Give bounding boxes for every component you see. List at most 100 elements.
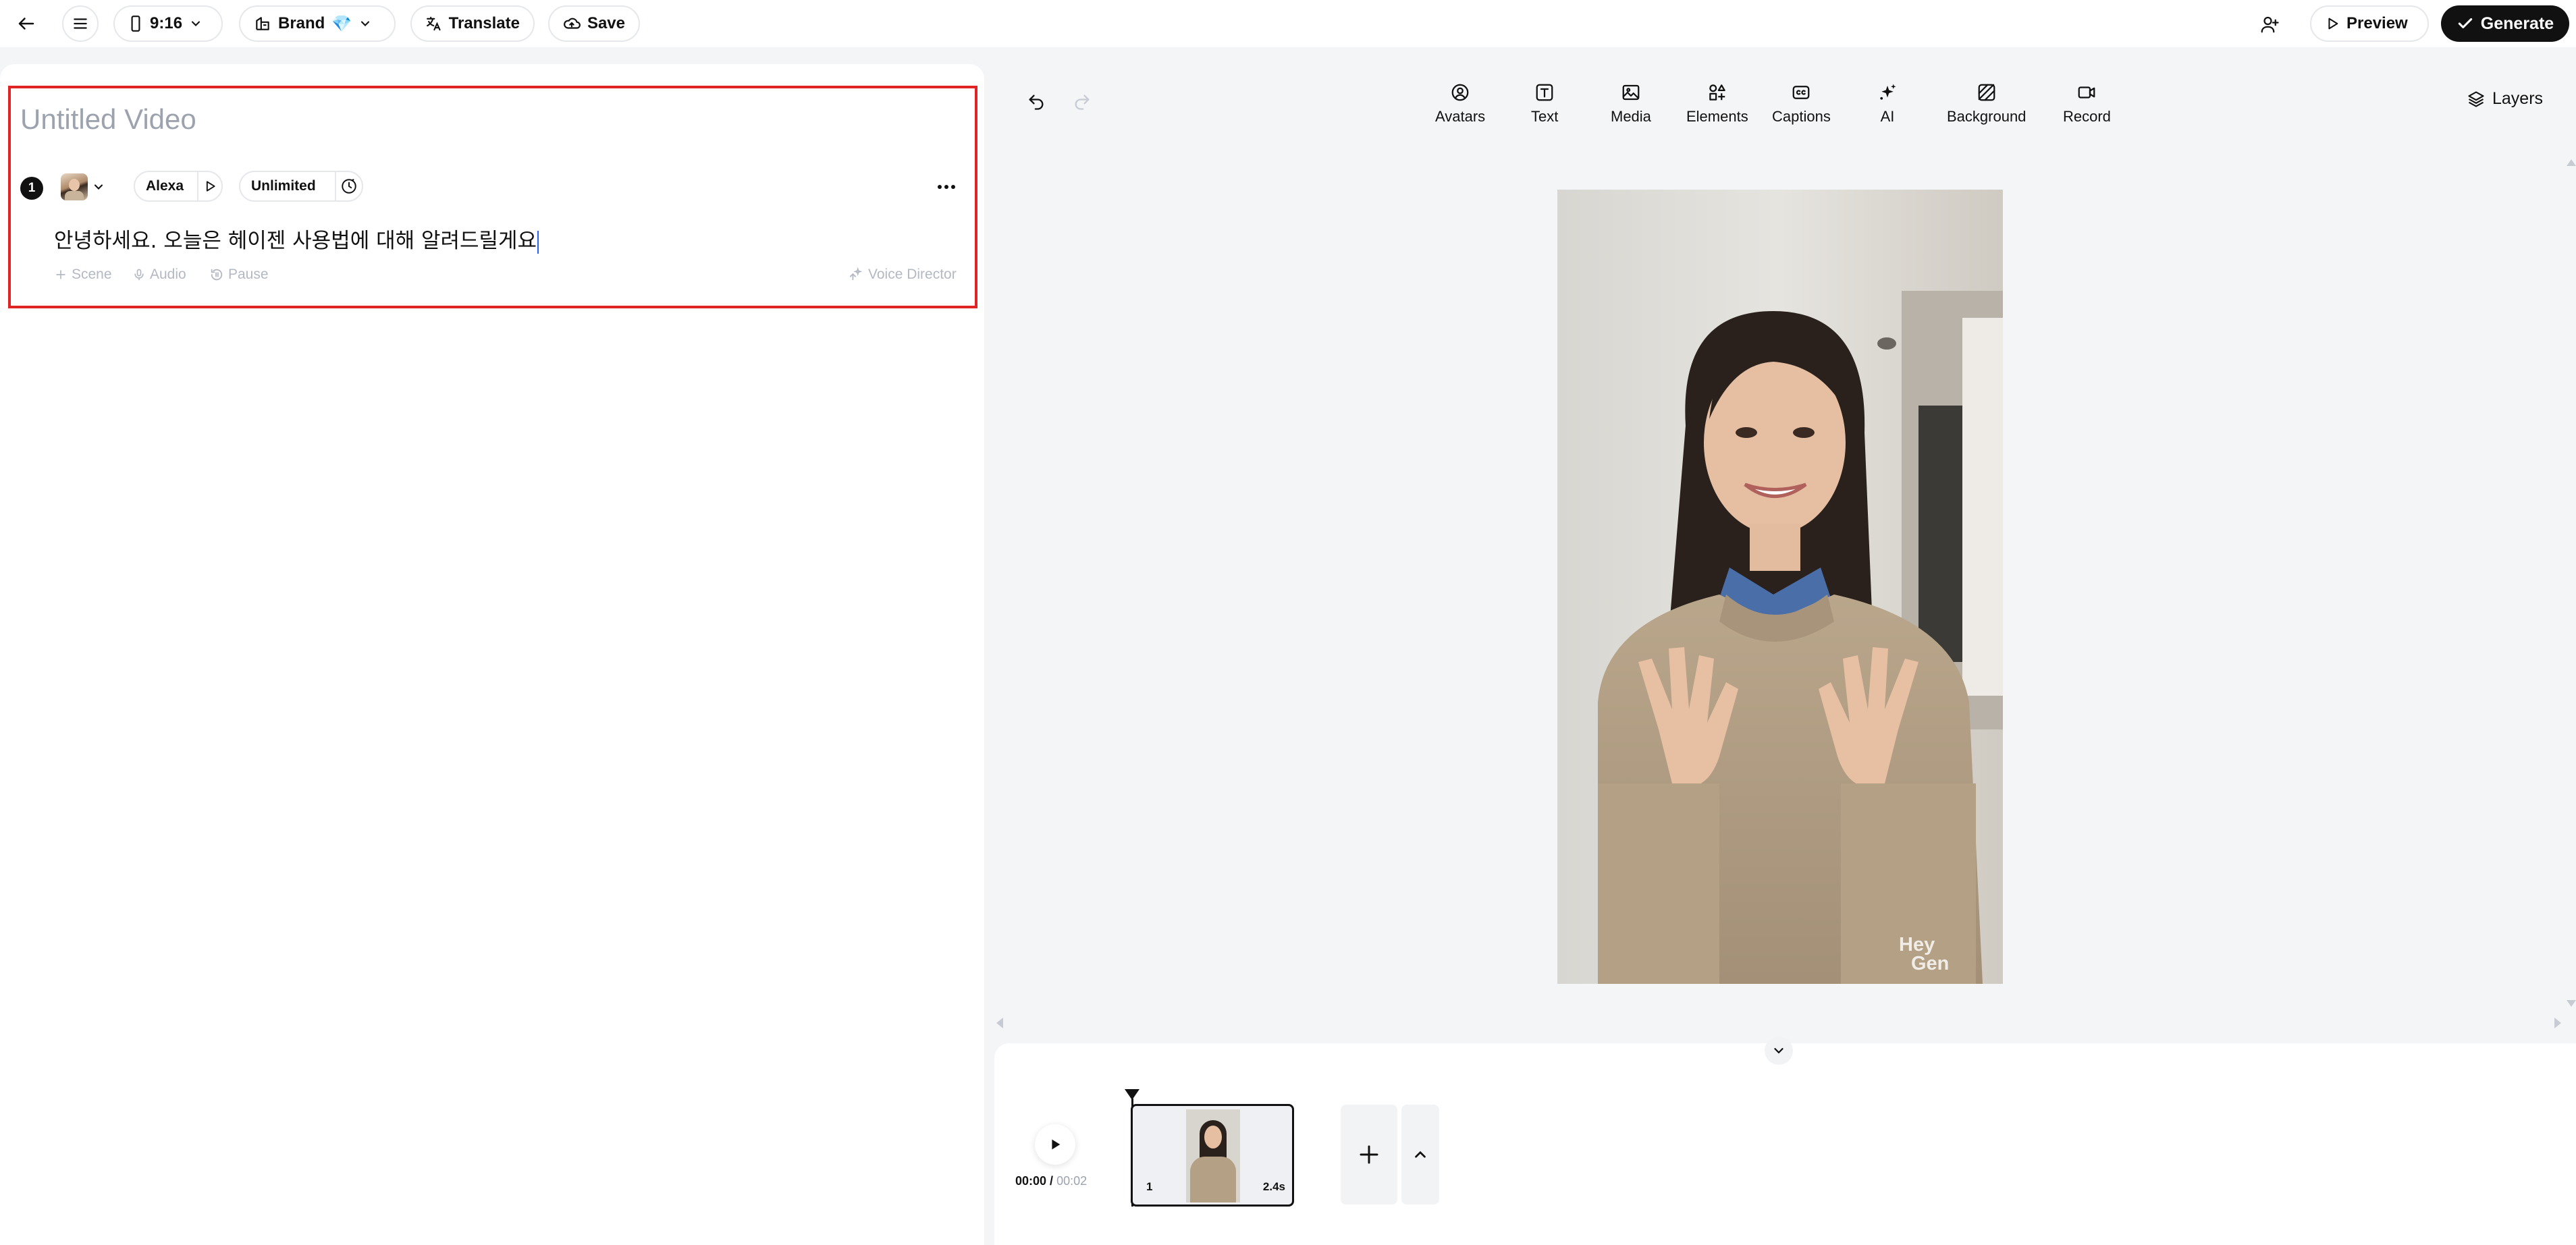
scroll-down-arrow-icon[interactable] (2567, 1000, 2576, 1007)
heygen-watermark: Hey Gen (1899, 935, 1950, 974)
add-pause-label: Pause (228, 267, 269, 282)
preview-label: Preview (2346, 14, 2408, 32)
generate-button[interactable]: Generate (2441, 5, 2569, 42)
toolbar-text-label: Text (1531, 108, 1559, 125)
phone-icon (131, 16, 140, 32)
aspect-ratio-label: 9:16 (150, 14, 183, 32)
toolbar-background[interactable]: Background (1947, 82, 2026, 126)
toolbar-media[interactable]: Media (1611, 82, 1651, 126)
scene-more-options-icon[interactable] (933, 178, 960, 196)
layers-icon (2468, 90, 2484, 107)
chevron-up-icon (1415, 1151, 1426, 1158)
play-voice-icon[interactable] (198, 179, 221, 194)
clip-thumbnail (1186, 1109, 1240, 1202)
clip-duration: 2.4s (1262, 1180, 1285, 1193)
toolbar-avatars-label: Avatars (1435, 108, 1486, 125)
avatar-selector[interactable] (61, 171, 120, 202)
current-time: 00:00 (1015, 1174, 1047, 1188)
voice-selector[interactable]: Alexa (134, 171, 223, 202)
script-text-input[interactable]: 안녕하세요. 오늘은 헤이젠 사용법에 대해 알려드릴게요 (54, 223, 539, 254)
scroll-up-arrow-icon[interactable] (2567, 159, 2576, 166)
cloud-upload-icon (564, 18, 581, 29)
play-icon (1052, 1139, 1061, 1150)
shapes-icon (1709, 84, 1725, 101)
voice-name: Alexa (146, 178, 184, 194)
avatar-thumbnail (61, 173, 88, 200)
chevron-down-icon (361, 21, 370, 26)
collapse-timeline-button[interactable] (1765, 1036, 1793, 1065)
add-user-icon (2261, 16, 2279, 33)
captions-icon (1793, 86, 1810, 99)
chevron-down-icon (192, 21, 200, 26)
plus-icon (56, 270, 65, 279)
timeline-time-readout: 00:00 / 00:02 (1015, 1174, 1087, 1188)
timeline-play-button[interactable] (1035, 1124, 1075, 1165)
background-icon (1978, 84, 1995, 101)
save-button[interactable]: Save (548, 5, 640, 42)
top-bar: 9:16 Brand 💎 Translate Save Preview Gene… (0, 0, 2576, 47)
toolbar-captions-label: Captions (1772, 108, 1831, 125)
toolbar-background-label: Background (1947, 108, 2027, 125)
add-scene-label: Scene (72, 267, 112, 282)
invite-user-button[interactable] (2255, 9, 2284, 39)
pause-clock-icon (211, 269, 223, 281)
video-title-input[interactable]: Untitled Video (20, 103, 196, 136)
save-label: Save (587, 14, 625, 32)
voice-director-button[interactable]: Voice Director (848, 267, 957, 283)
layers-button[interactable]: Layers (2467, 89, 2543, 109)
brand-kit-icon (256, 17, 269, 30)
plan-label: Unlimited (251, 178, 316, 194)
toolbar-media-label: Media (1611, 108, 1651, 125)
translate-label: Translate (448, 14, 520, 32)
plan-selector[interactable]: Unlimited (239, 171, 363, 202)
toolbar-captions[interactable]: Captions (1772, 82, 1831, 126)
avatar-icon (1451, 84, 1469, 101)
generate-label: Generate (2480, 13, 2554, 33)
speed-icon[interactable] (336, 177, 362, 195)
time-separator: / (1046, 1174, 1057, 1188)
translate-icon (427, 16, 441, 31)
text-caret (537, 230, 539, 254)
toolbar-record-label: Record (2063, 108, 2111, 125)
toolbar-ai[interactable]: AI (1877, 82, 1898, 126)
toolbar-elements[interactable]: Elements (1686, 82, 1748, 126)
sparkle-icon (1880, 84, 1896, 100)
add-scene-button[interactable]: Scene (54, 267, 112, 283)
expand-timeline-button[interactable] (1401, 1105, 1439, 1205)
toolbar-elements-label: Elements (1686, 108, 1748, 125)
total-time: 00:02 (1056, 1174, 1088, 1188)
play-icon (2328, 18, 2338, 30)
translate-button[interactable]: Translate (410, 5, 535, 42)
microphone-icon (134, 269, 144, 281)
layers-label: Layers (2492, 89, 2544, 108)
toolbar-text[interactable]: Text (1531, 82, 1558, 126)
timeline-scene-clip[interactable]: 1 2.4s (1131, 1104, 1294, 1207)
back-arrow-icon[interactable] (15, 12, 38, 35)
scroll-right-arrow-icon[interactable] (2554, 1018, 2561, 1028)
scroll-left-arrow-icon[interactable] (996, 1018, 1003, 1028)
add-audio-label: Audio (150, 267, 186, 282)
redo-icon[interactable] (1071, 90, 1094, 113)
video-camera-icon (2078, 86, 2095, 99)
voice-director-label: Voice Director (868, 267, 957, 282)
add-audio-button[interactable]: Audio (132, 267, 186, 283)
text-icon (1536, 84, 1553, 101)
hamburger-icon (74, 18, 87, 29)
script-text: 안녕하세요. 오늘은 헤이젠 사용법에 대해 알려드릴게요 (54, 229, 537, 253)
undo-icon[interactable] (1025, 90, 1048, 113)
add-scene-timeline-button[interactable] (1341, 1105, 1397, 1205)
plus-icon (1360, 1145, 1378, 1164)
brand-label: Brand (278, 14, 325, 32)
aspect-ratio-dropdown[interactable]: 9:16 (113, 5, 223, 42)
chevron-down-icon (1774, 1048, 1783, 1054)
image-icon (1622, 84, 1640, 101)
preview-button[interactable]: Preview (2310, 5, 2429, 42)
diamond-icon: 💎 (331, 14, 352, 33)
watermark-line-2: Gen (1911, 953, 1950, 974)
menu-button[interactable] (62, 5, 99, 42)
toolbar-record[interactable]: Record (2063, 82, 2111, 126)
toolbar-avatars[interactable]: Avatars (1435, 82, 1485, 126)
add-pause-button[interactable]: Pause (209, 267, 269, 283)
brand-dropdown[interactable]: Brand 💎 (239, 5, 396, 42)
video-preview[interactable]: Hey Gen (1557, 190, 2003, 984)
